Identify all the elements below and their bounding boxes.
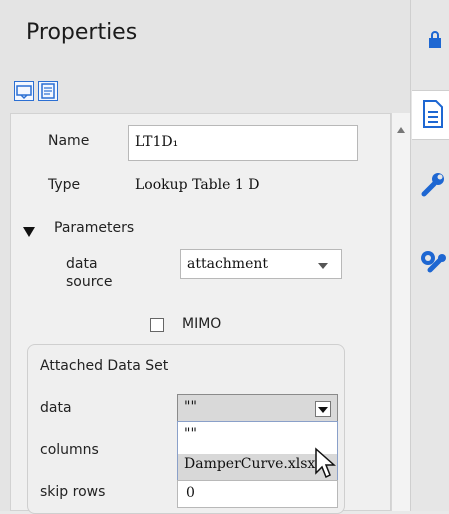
chevron-down-icon <box>317 257 329 276</box>
name-label: Name <box>48 133 90 149</box>
data-select[interactable]: "" <box>177 394 338 422</box>
properties-title: Properties <box>26 20 138 45</box>
data-source-select[interactable]: attachment <box>180 249 342 279</box>
parameters-header: Parameters <box>54 220 135 236</box>
type-value: Lookup Table 1 D <box>135 177 260 193</box>
text-toggle-button[interactable] <box>38 81 58 101</box>
parameters-collapse-icon[interactable] <box>22 223 36 242</box>
data-dropdown-button[interactable] <box>315 401 331 417</box>
vertical-scrollbar[interactable] <box>391 113 410 511</box>
columns-label: columns <box>40 442 99 458</box>
data-source-label-line1: data <box>66 256 98 272</box>
mimo-label: MIMO <box>182 316 222 332</box>
data-source-select-value: attachment <box>187 256 269 272</box>
data-source-label-line2: source <box>66 274 113 290</box>
text-lines-icon <box>41 83 55 99</box>
comment-icon <box>16 85 32 100</box>
attached-data-set-title: Attached Data Set <box>40 358 169 374</box>
gear-wrench-icon[interactable] <box>418 248 448 282</box>
type-label: Type <box>48 177 81 193</box>
skip-rows-field[interactable]: 0 <box>177 480 338 508</box>
name-field-value: LT1D₁ <box>135 134 179 150</box>
scroll-up-icon[interactable] <box>396 119 406 138</box>
name-field[interactable]: LT1D₁ <box>128 125 358 161</box>
chevron-down-icon <box>318 407 328 413</box>
data-label: data <box>40 400 72 416</box>
comment-toggle-button[interactable] <box>14 81 34 101</box>
document-icon <box>421 99 445 133</box>
mouse-cursor-icon <box>314 447 336 483</box>
skip-rows-value: 0 <box>186 485 195 501</box>
data-select-value: "" <box>184 399 197 415</box>
mimo-checkbox[interactable] <box>150 318 164 332</box>
lock-icon[interactable] <box>426 30 444 54</box>
wrench-icon[interactable] <box>420 170 448 202</box>
skip-rows-label: skip rows <box>40 484 106 500</box>
